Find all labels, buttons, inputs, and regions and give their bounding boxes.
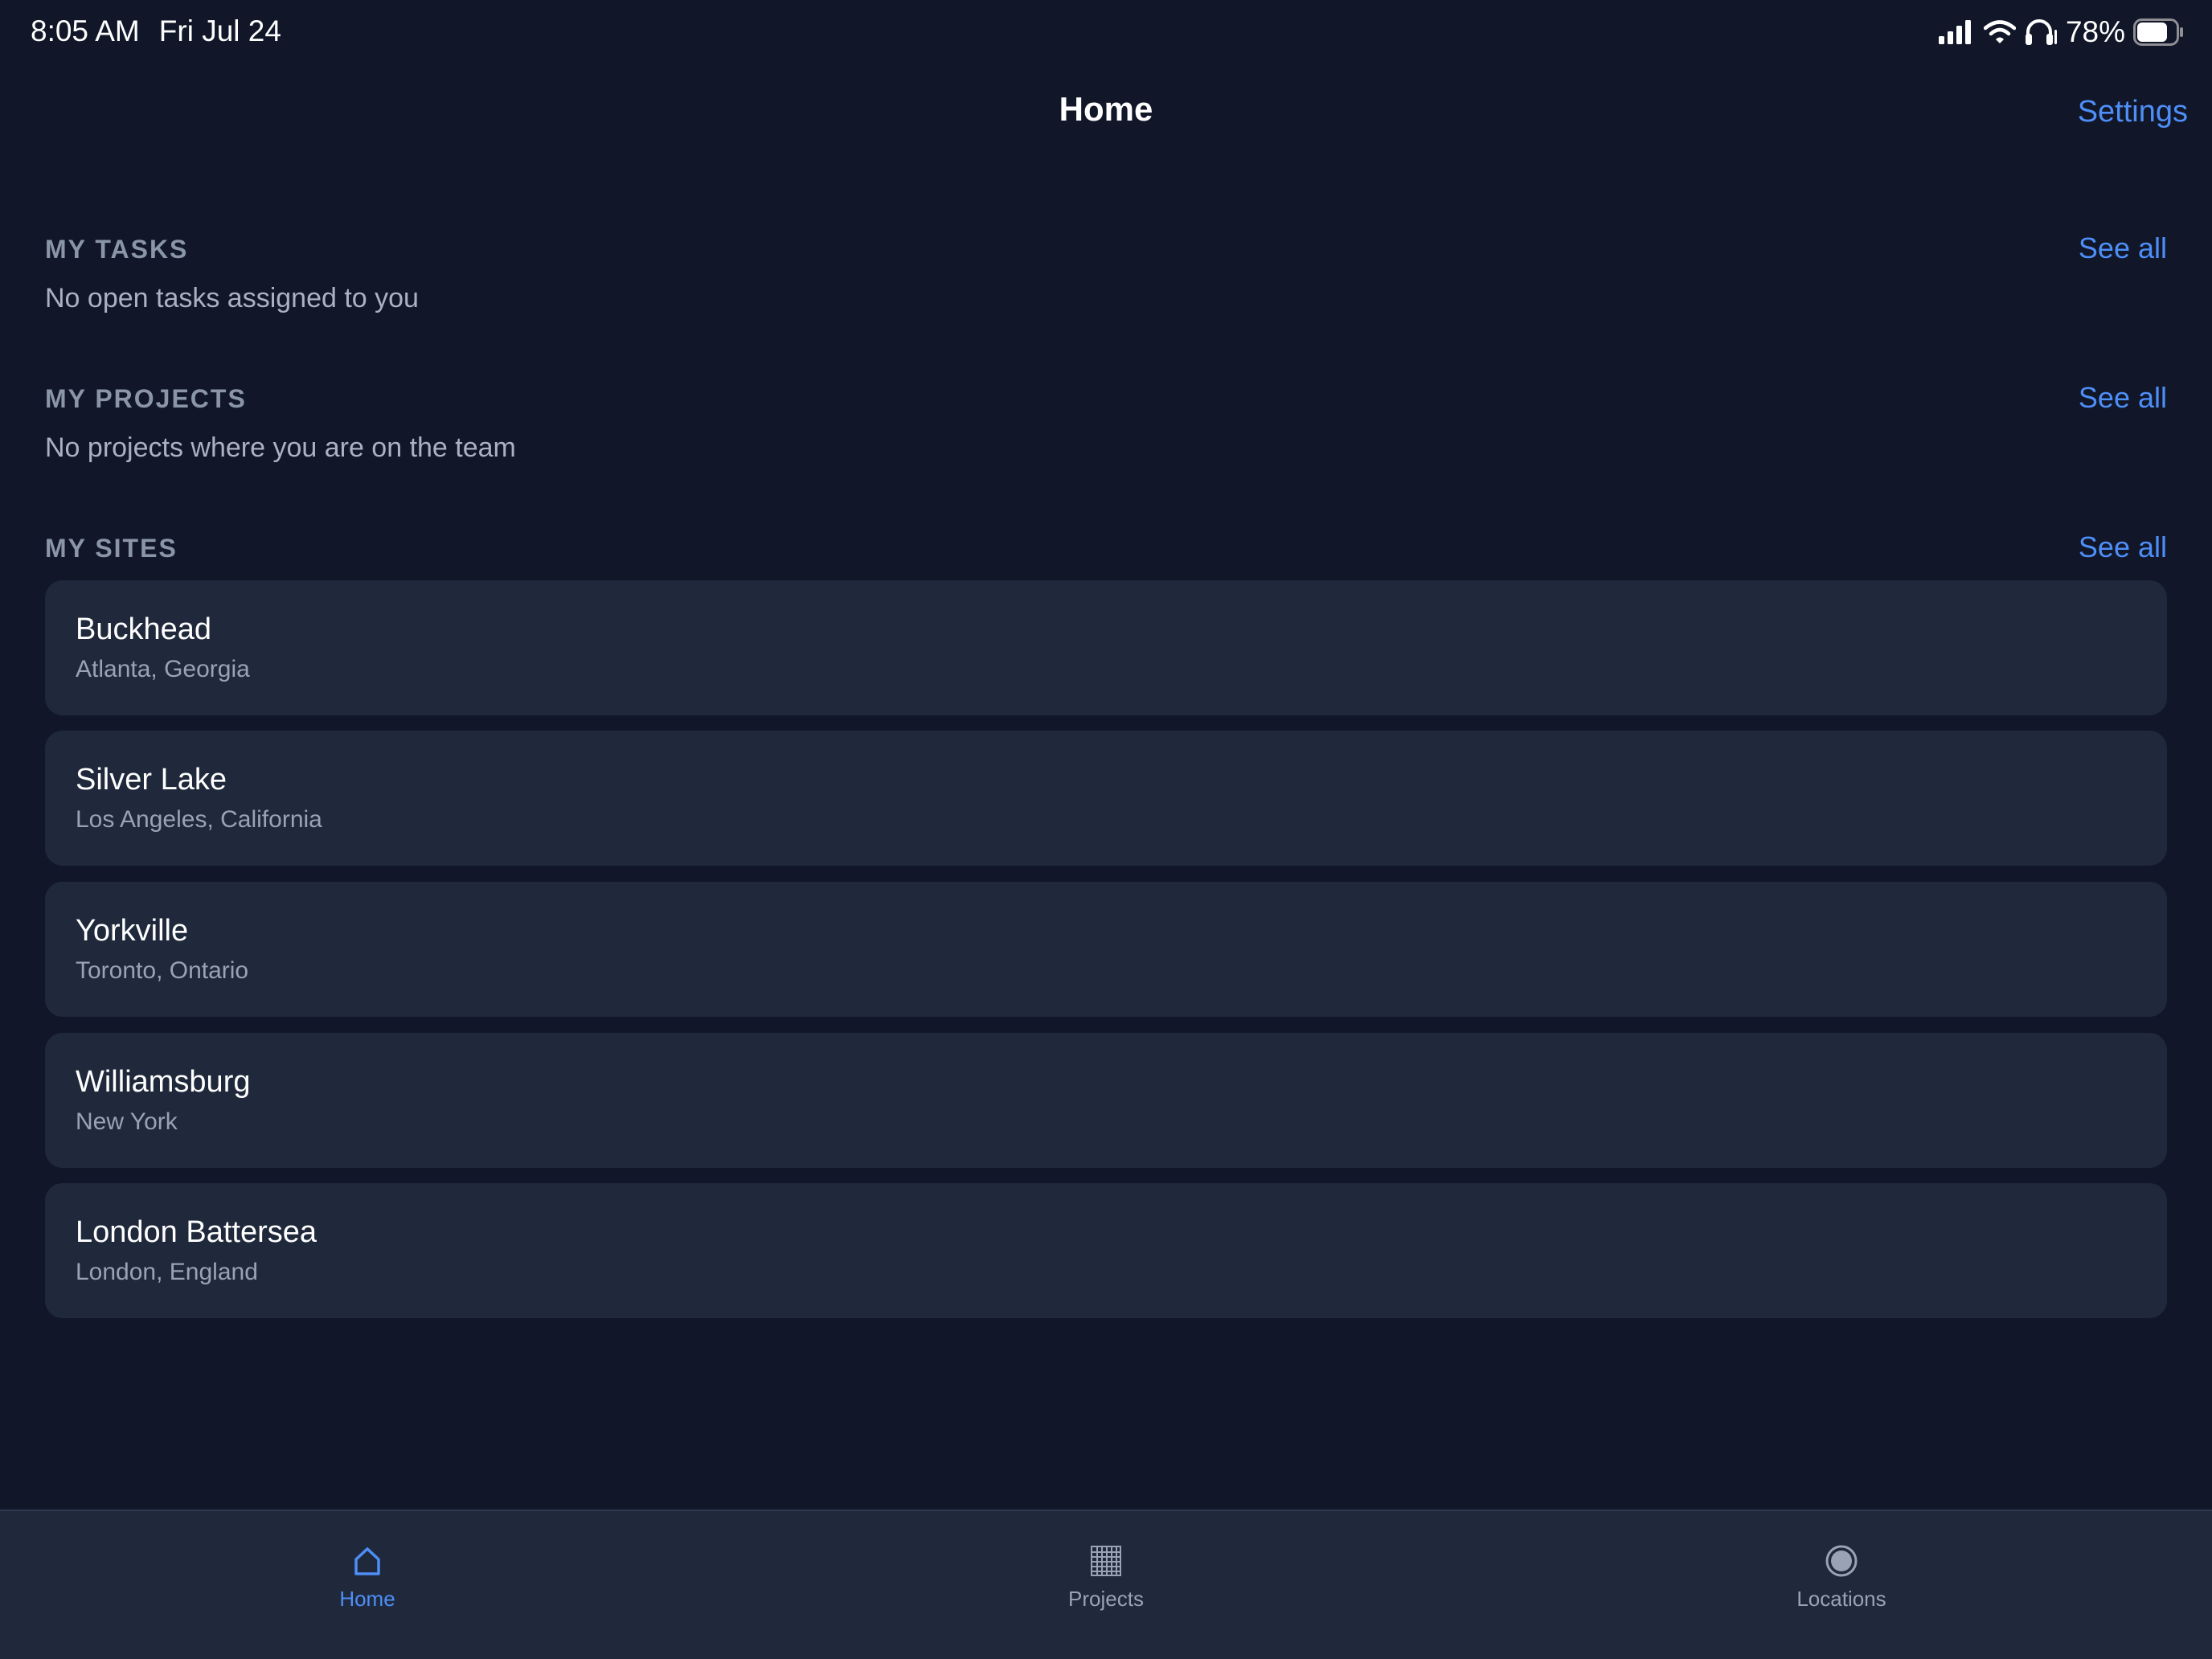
site-location: Los Angeles, California: [76, 806, 322, 833]
tab-projects[interactable]: Projects: [985, 1534, 1227, 1612]
status-time-date: 8:05 AM Fri Jul 24: [31, 14, 281, 48]
section-header-my-sites: MY SITES: [45, 534, 178, 563]
tab-label: Projects: [1068, 1587, 1144, 1611]
tab-home[interactable]: Home: [247, 1534, 488, 1612]
site-card-buckhead[interactable]: Buckhead Atlanta, Georgia: [45, 580, 2167, 715]
settings-button[interactable]: Settings: [2078, 95, 2188, 129]
page-title: Home: [1059, 90, 1153, 128]
see-all-tasks-button[interactable]: See all: [2079, 231, 2167, 265]
see-all-projects-button[interactable]: See all: [2079, 381, 2167, 415]
tab-locations[interactable]: Locations: [1721, 1534, 1962, 1612]
site-name: Yorkville: [76, 914, 189, 948]
site-location: Atlanta, Georgia: [76, 656, 250, 682]
tasks-empty-message: No open tasks assigned to you: [45, 283, 419, 313]
battery-icon: [2133, 18, 2183, 46]
section-header-my-projects: MY PROJECTS: [45, 384, 247, 413]
battery-percent: 78%: [2065, 15, 2125, 48]
grid-icon: [985, 1534, 1227, 1582]
status-time: 8:05 AM: [31, 14, 140, 47]
section-header-my-tasks: MY TASKS: [45, 235, 189, 264]
site-name: London Battersea: [76, 1215, 317, 1249]
tab-bar: Home Projects Locations: [0, 1509, 2212, 1659]
site-card-silver-lake[interactable]: Silver Lake Los Angeles, California: [45, 731, 2167, 866]
cellular-signal-icon: [1938, 20, 1971, 44]
site-card-london-battersea[interactable]: London Battersea London, England: [45, 1183, 2167, 1318]
projects-empty-message: No projects where you are on the team: [45, 432, 516, 463]
status-date: Fri Jul 24: [158, 14, 281, 47]
status-indicators: 78%: [1938, 13, 2185, 51]
location-icon: [1721, 1534, 1962, 1582]
site-location: Toronto, Ontario: [76, 957, 249, 984]
site-location: London, England: [76, 1259, 258, 1285]
site-card-yorkville[interactable]: Yorkville Toronto, Ontario: [45, 882, 2167, 1017]
headphones-icon: [2025, 19, 2057, 45]
see-all-sites-button[interactable]: See all: [2079, 530, 2167, 564]
site-name: Silver Lake: [76, 763, 227, 797]
site-name: Buckhead: [76, 612, 212, 646]
site-location: New York: [76, 1108, 178, 1135]
site-name: Williamsburg: [76, 1065, 251, 1099]
site-card-williamsburg[interactable]: Williamsburg New York: [45, 1033, 2167, 1168]
tab-label: Home: [339, 1587, 395, 1611]
wifi-icon: [1983, 20, 2016, 43]
home-icon: [247, 1534, 488, 1582]
status-bar: 8:05 AM Fri Jul 24 78%: [0, 0, 2212, 64]
tab-label: Locations: [1796, 1587, 1886, 1611]
